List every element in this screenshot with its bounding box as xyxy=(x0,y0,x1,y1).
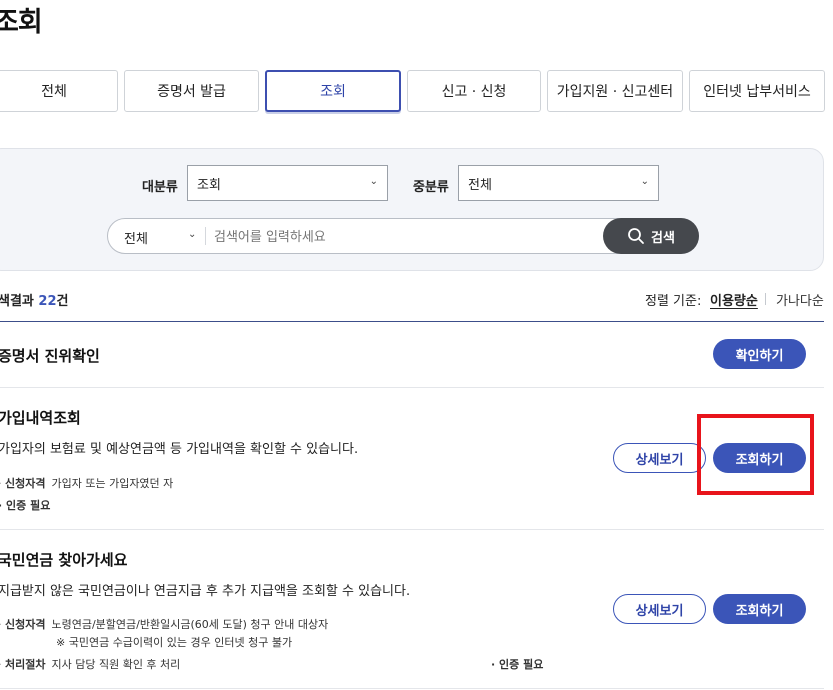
auth-value: 인증 필요 xyxy=(499,658,544,671)
major-category-value: 조회 xyxy=(197,177,221,193)
item-note: ※ 국민연금 수급이력이 있는 경우 인터넷 청구 불가 xyxy=(56,636,293,649)
item-description: 지급받지 않은 국민연금이나 연금지급 후 추가 지급액을 조회할 수 있습니다… xyxy=(0,584,411,599)
item-auth: · 인증 필요 xyxy=(491,658,544,671)
verify-button[interactable]: 확인하기 xyxy=(713,339,806,369)
page-title: 조회 xyxy=(0,7,43,38)
item-auth: · 인증 필요 xyxy=(0,497,50,513)
tab-report-apply[interactable]: 신고 · 신청 xyxy=(407,70,541,112)
inquiry-button[interactable]: 조회하기 xyxy=(713,594,806,624)
process-label: 처리절차 xyxy=(5,658,46,671)
item-divider xyxy=(0,688,824,689)
sort-by-alphabet[interactable]: 가나다순 xyxy=(776,290,824,309)
item-title: 국민연금 찾아가세요 xyxy=(0,551,128,569)
search-input[interactable] xyxy=(212,222,596,252)
search-button[interactable]: 검색 xyxy=(603,218,699,254)
sort-divider xyxy=(765,293,766,305)
results-count: 색결과 22건 xyxy=(0,290,68,309)
highlight-box xyxy=(697,414,814,495)
search-button-label: 검색 xyxy=(651,230,675,246)
results-count-suffix: 건 xyxy=(56,294,69,309)
item-description: 가입자의 보험료 및 예상연금액 등 가입내역을 확인할 수 있습니다. xyxy=(0,442,359,457)
item-divider xyxy=(0,387,824,388)
minor-category-label: 중분류 xyxy=(413,180,449,195)
item-eligibility: · 신청자격가입자 또는 가입자였던 자 xyxy=(0,475,173,491)
minor-category-select[interactable]: 전체 ⌄ xyxy=(458,165,659,201)
sort-by-usage[interactable]: 이용량순 xyxy=(710,290,758,309)
tab-inquiry[interactable]: 조회 xyxy=(265,70,401,112)
results-top-divider xyxy=(0,321,824,322)
item-eligibility: · 신청자격노령연금/분할연금/반환일시금(60세 도달) 청구 안내 대상자 xyxy=(0,616,328,632)
sort-label: 정렬 기준: xyxy=(645,294,702,309)
search-icon xyxy=(628,228,644,244)
eligibility-label: 신청자격 xyxy=(5,618,46,631)
eligibility-label: 신청자격 xyxy=(5,477,46,490)
item-title: 가입내역조회 xyxy=(0,409,81,427)
search-scope-select[interactable]: 전체 xyxy=(124,228,148,247)
tab-all[interactable]: 전체 xyxy=(0,70,118,112)
tab-support-center[interactable]: 가입지원 · 신고센터 xyxy=(547,70,683,112)
eligibility-value: 노령연금/분할연금/반환일시금(60세 도달) 청구 안내 대상자 xyxy=(51,618,329,631)
chevron-down-icon: ⌄ xyxy=(640,176,649,187)
auth-value: 인증 필요 xyxy=(6,499,51,512)
results-count-prefix: 색결과 xyxy=(0,294,34,309)
item-title: 증명서 진위확인 xyxy=(0,347,100,365)
major-category-label: 대분류 xyxy=(142,180,178,195)
eligibility-value: 가입자 또는 가입자였던 자 xyxy=(51,477,174,490)
process-value: 지사 담당 직원 확인 후 처리 xyxy=(51,658,181,671)
results-count-number: 22 xyxy=(38,294,57,309)
chevron-down-icon: ⌄ xyxy=(188,229,197,240)
chevron-down-icon: ⌄ xyxy=(369,176,378,187)
minor-category-value: 전체 xyxy=(468,177,492,193)
detail-button[interactable]: 상세보기 xyxy=(613,594,706,624)
search-divider xyxy=(205,227,206,245)
item-process: · 처리절차지사 담당 직원 확인 후 처리 xyxy=(0,656,180,672)
tab-certificate[interactable]: 증명서 발급 xyxy=(124,70,259,112)
major-category-select[interactable]: 조회 ⌄ xyxy=(187,165,388,201)
item-divider xyxy=(0,529,824,530)
tab-internet-payment[interactable]: 인터넷 납부서비스 xyxy=(689,70,825,112)
detail-button[interactable]: 상세보기 xyxy=(613,443,706,473)
